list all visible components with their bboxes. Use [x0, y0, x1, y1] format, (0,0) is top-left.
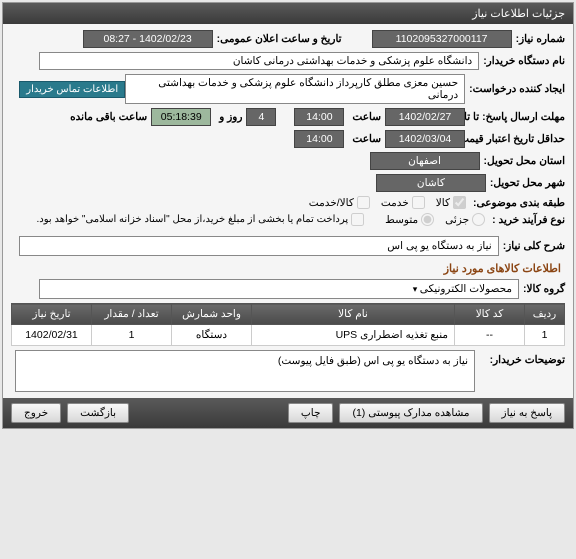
buyer-org-label: نام دستگاه خریدار: [479, 55, 565, 67]
print-button[interactable]: چاپ [288, 403, 334, 423]
buyer-notes-label: توضیحات خریدار: [475, 350, 565, 366]
th-code: کد کالا [455, 304, 525, 325]
buyer-notes-value: نیاز به دستگاه یو پی اس (طبق فایل پیوست) [15, 350, 475, 392]
td-unit: دستگاه [172, 325, 252, 346]
goods-group-select[interactable]: محصولات الکترونیکی [39, 279, 519, 299]
type-minor-radio [472, 213, 485, 226]
summary-label: شرح کلی نیاز: [499, 240, 565, 252]
hour-label-2: ساعت [348, 133, 381, 145]
validity-label: حداقل تاریخ اعتبار قیمت: تا تاریخ: [465, 133, 565, 145]
time-remaining: 05:18:39 [151, 108, 211, 126]
announce-datetime-label: تاریخ و ساعت اعلان عمومی: [213, 33, 342, 45]
hour-label-1: ساعت [348, 111, 381, 123]
goods-info-title: اطلاعات کالاهای مورد نیاز [15, 262, 561, 275]
type-medium-label: متوسط [385, 214, 418, 226]
td-date: 1402/02/31 [12, 325, 92, 346]
th-name: نام کالا [252, 304, 455, 325]
type-minor-label: جزئی [445, 214, 469, 226]
deadline-date: 1402/02/27 [385, 108, 465, 126]
province-label: استان محل تحویل: [480, 155, 565, 167]
cat-service-label: خدمت [381, 197, 409, 209]
button-bar: پاسخ به نیاز مشاهده مدارک پیوستی (1) چاپ… [3, 398, 573, 428]
requester-value: حسین معزی مطلق کارپرداز دانشگاه علوم پزش… [125, 74, 465, 104]
type-medium-radio [421, 213, 434, 226]
requester-label: ایجاد کننده درخواست: [465, 83, 565, 95]
purchase-type-label: نوع فرآیند خرید : [488, 214, 565, 226]
city-value: کاشان [376, 174, 486, 192]
table-row[interactable]: 1 -- منبع تغذیه اضطراری UPS دستگاه 1 140… [12, 325, 565, 346]
deadline-time: 14:00 [294, 108, 344, 126]
days-remaining: 4 [246, 108, 276, 126]
validity-time: 14:00 [294, 130, 344, 148]
contact-buyer-button[interactable]: اطلاعات تماس خریدار [19, 81, 125, 98]
city-label: شهر محل تحویل: [486, 177, 565, 189]
need-number-label: شماره نیاز: [512, 33, 565, 45]
td-qty: 1 [92, 325, 172, 346]
respond-button[interactable]: پاسخ به نیاز [489, 403, 565, 423]
deadline-label: مهلت ارسال پاسخ: تا تاریخ: [465, 111, 565, 123]
payment-note-label: پرداخت تمام یا بخشی از مبلغ خرید،از محل … [37, 214, 349, 225]
category-label: طبقه بندی موضوعی: [469, 197, 565, 209]
cat-goods-service-checkbox [357, 196, 370, 209]
th-unit: واحد شمارش [172, 304, 252, 325]
remaining-suffix: ساعت باقی مانده [66, 111, 147, 123]
validity-date: 1402/03/04 [385, 130, 465, 148]
buyer-org-value: دانشگاه علوم پزشکی و خدمات بهداشتی درمان… [39, 52, 479, 70]
days-and-label: روز و [215, 111, 242, 123]
attachments-button[interactable]: مشاهده مدارک پیوستی (1) [339, 403, 482, 423]
td-name: منبع تغذیه اضطراری UPS [252, 325, 455, 346]
exit-button[interactable]: خروج [11, 403, 61, 423]
th-qty: تعداد / مقدار [92, 304, 172, 325]
payment-note-checkbox [351, 213, 364, 226]
th-row: ردیف [525, 304, 565, 325]
summary-value: نیاز به دستگاه یو پی اس [19, 236, 499, 256]
cat-goods-service-label: کالا/خدمت [309, 197, 354, 209]
td-row: 1 [525, 325, 565, 346]
cat-goods-checkbox [453, 196, 466, 209]
goods-group-label: گروه کالا: [519, 283, 565, 295]
cat-goods-label: کالا [436, 197, 450, 209]
th-date: تاریخ نیاز [12, 304, 92, 325]
back-button[interactable]: بازگشت [67, 403, 129, 423]
need-number-value: 1102095327000117 [372, 30, 512, 48]
cat-service-checkbox [412, 196, 425, 209]
province-value: اصفهان [370, 152, 480, 170]
td-code: -- [455, 325, 525, 346]
announce-datetime-value: 1402/02/23 - 08:27 [83, 30, 213, 48]
goods-table: ردیف کد کالا نام کالا واحد شمارش تعداد /… [11, 303, 565, 346]
panel-title: جزئیات اطلاعات نیاز [3, 3, 573, 24]
